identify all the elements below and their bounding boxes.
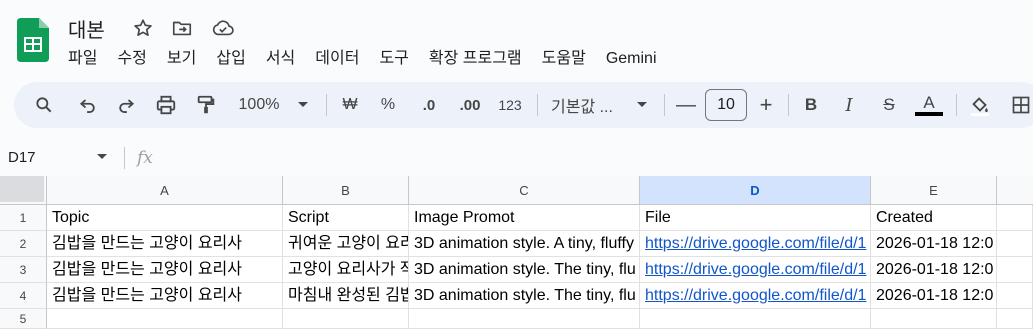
cell-b1[interactable]: Script (283, 205, 409, 231)
cell-f1[interactable] (997, 205, 1033, 231)
menu-file[interactable]: 파일 (58, 47, 107, 71)
cell-b3[interactable]: 고양이 요리사가 작 (283, 257, 409, 283)
percent-format-button[interactable]: % (376, 91, 400, 119)
cell-f4[interactable] (997, 283, 1033, 309)
cell-c2[interactable]: 3D animation style. A tiny, fluffy (409, 231, 640, 257)
text-color-label: A (923, 93, 935, 112)
font-family-select[interactable]: 기본값 ... (551, 91, 621, 119)
zoom-select[interactable]: 100% (232, 91, 286, 119)
row-header-2[interactable]: 2 (0, 231, 47, 257)
row-header-5[interactable]: 5 (0, 309, 47, 329)
paint-format-icon[interactable] (192, 91, 220, 119)
toolbar-divider (537, 94, 538, 116)
menu-tools[interactable]: 도구 (369, 47, 418, 71)
decrease-font-size-button[interactable]: — (674, 91, 698, 119)
borders-icon[interactable] (1008, 91, 1033, 119)
undo-icon[interactable] (74, 91, 102, 119)
text-color-button[interactable]: A (914, 91, 944, 119)
column-header-a[interactable]: A (47, 176, 283, 205)
column-header-b[interactable]: B (283, 176, 409, 205)
name-box-dropdown-icon[interactable] (96, 150, 108, 164)
select-all-corner[interactable] (0, 176, 47, 205)
move-to-folder-icon[interactable] (170, 16, 194, 40)
menu-data[interactable]: 데이터 (305, 47, 369, 71)
sheets-window: 대본 파일 수정 보기 삽입 서식 데이터 도구 확장 프로그램 도움말 Gem… (0, 0, 1033, 329)
font-size-input[interactable]: 10 (705, 89, 747, 121)
cell-e2[interactable]: 2026-01-18 12:0 (871, 231, 997, 257)
fx-icon: fx (137, 148, 153, 168)
text-color-swatch (915, 112, 943, 116)
print-icon[interactable] (152, 91, 180, 119)
font-dropdown-icon[interactable] (633, 91, 651, 119)
menu-extensions[interactable]: 확장 프로그램 (419, 47, 532, 71)
name-box[interactable]: D17 (8, 149, 36, 166)
menu-format[interactable]: 서식 (256, 47, 305, 71)
document-title[interactable]: 대본 (68, 14, 105, 43)
cell-c1[interactable]: Image Promot (409, 205, 640, 231)
cell-c3[interactable]: 3D animation style. The tiny, flu (409, 257, 640, 283)
zoom-dropdown-icon[interactable] (294, 91, 312, 119)
menu-help[interactable]: 도움말 (532, 47, 596, 71)
star-icon[interactable] (131, 16, 155, 40)
menu-insert[interactable]: 삽입 (206, 47, 255, 71)
cell-b4[interactable]: 마침내 완성된 김밥 (283, 283, 409, 309)
toolbar-divider (956, 94, 957, 116)
redo-icon[interactable] (112, 91, 140, 119)
toolbar: 100% ₩ % .0 .00 123 기본값 ... — 10 + B I S… (14, 82, 1033, 128)
menu-view[interactable]: 보기 (157, 47, 206, 71)
cell-e5[interactable] (871, 309, 997, 329)
currency-format-button[interactable]: ₩ (336, 91, 364, 119)
cell-d4-link[interactable]: https://drive.google.com/file/d/1 (640, 283, 871, 309)
cell-d1[interactable]: File (640, 205, 871, 231)
decrease-decimal-label: .0 (422, 96, 436, 114)
decrease-decimal-button[interactable]: .0 (414, 91, 444, 119)
cell-c5[interactable] (409, 309, 640, 329)
number-format-button[interactable]: 123 (495, 91, 525, 119)
cell-f5[interactable] (997, 309, 1033, 329)
spreadsheet-grid: A B C D E 1 Topic Script Image Promot Fi… (0, 176, 1033, 329)
increase-decimal-label: .00 (459, 96, 481, 114)
toolbar-divider (664, 94, 665, 116)
row-header-3[interactable]: 3 (0, 257, 47, 283)
cell-a2[interactable]: 김밥을 만드는 고양이 요리사 (47, 231, 283, 257)
cloud-saved-icon[interactable] (211, 16, 235, 40)
cell-d3-link[interactable]: https://drive.google.com/file/d/1 (640, 257, 871, 283)
column-header-c[interactable]: C (409, 176, 640, 205)
formula-bar-divider (124, 147, 125, 169)
strikethrough-button[interactable]: S (876, 91, 902, 119)
column-header-f[interactable] (997, 176, 1033, 205)
italic-button[interactable]: I (836, 91, 862, 119)
cell-d5[interactable] (640, 309, 871, 329)
cell-e3[interactable]: 2026-01-18 12:0 (871, 257, 997, 283)
cell-f3[interactable] (997, 257, 1033, 283)
increase-decimal-button[interactable]: .00 (453, 91, 487, 119)
cell-d2-link[interactable]: https://drive.google.com/file/d/1 (640, 231, 871, 257)
cell-a4[interactable]: 김밥을 만드는 고양이 요리사 (47, 283, 283, 309)
formula-input[interactable] (170, 146, 1020, 170)
column-header-e[interactable]: E (871, 176, 997, 205)
cell-f2[interactable] (997, 231, 1033, 257)
menu-edit[interactable]: 수정 (107, 47, 156, 71)
cell-c4[interactable]: 3D animation style. The tiny, flu (409, 283, 640, 309)
bold-button[interactable]: B (798, 91, 824, 119)
sheets-logo[interactable] (17, 18, 49, 62)
menu-gemini[interactable]: Gemini (596, 47, 667, 71)
cell-e4[interactable]: 2026-01-18 12:0 (871, 283, 997, 309)
column-header-d[interactable]: D (640, 176, 871, 205)
toolbar-divider (326, 94, 327, 116)
cell-a3[interactable]: 김밥을 만드는 고양이 요리사 (47, 257, 283, 283)
row-header-1[interactable]: 1 (0, 205, 47, 231)
cell-e1[interactable]: Created (871, 205, 997, 231)
cell-b2[interactable]: 귀여운 고양이 요리 (283, 231, 409, 257)
cell-a5[interactable] (47, 309, 283, 329)
toolbar-divider (788, 94, 789, 116)
menu-bar: 파일 수정 보기 삽입 서식 데이터 도구 확장 프로그램 도움말 Gemini (58, 47, 667, 71)
fill-color-icon[interactable] (966, 91, 994, 119)
search-menus-icon[interactable] (30, 91, 58, 119)
cell-a1[interactable]: Topic (47, 205, 283, 231)
row-header-4[interactable]: 4 (0, 283, 47, 309)
increase-font-size-button[interactable]: + (754, 91, 778, 119)
cell-b5[interactable] (283, 309, 409, 329)
